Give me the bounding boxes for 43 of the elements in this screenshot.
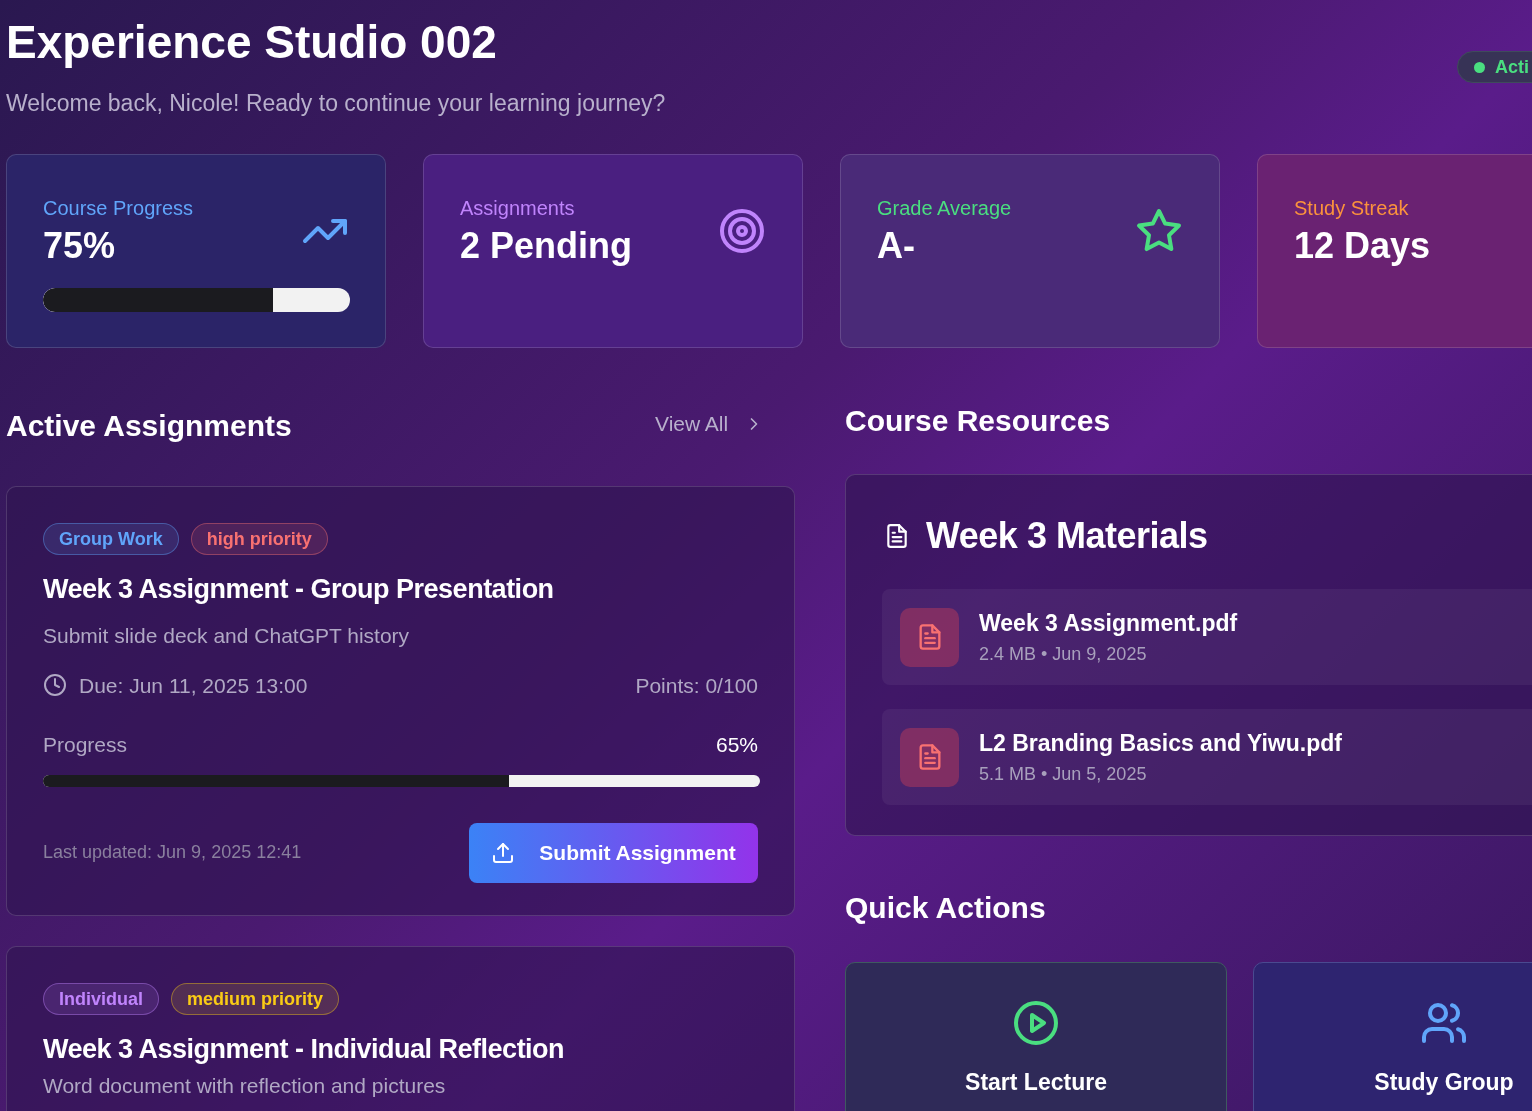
file-name: L2 Branding Basics and Yiwu.pdf [979, 729, 1342, 759]
assignment-title: Week 3 Assignment - Group Presentation [43, 573, 555, 606]
tag: Group Work [43, 523, 179, 555]
stat-value: 75% [43, 224, 116, 268]
welcome-text: Welcome back, Nicole! Ready to continue your learning journey? [6, 89, 666, 118]
stat-label: Course Progress [43, 196, 195, 221]
progress-value: 65% [715, 732, 758, 758]
stat-label: Study Streak [1294, 196, 1410, 221]
quick-action-button[interactable]: Study Group [1253, 962, 1532, 1111]
assignment-title: Week 3 Assignment - Individual Reflection [43, 1033, 566, 1066]
tag: high priority [190, 523, 328, 555]
page-title: Experience Studio 002 [6, 15, 497, 70]
last-updated-text: Last updated: Jun 9, 2025 12:41 [43, 841, 302, 864]
stat-label: Grade Average [877, 196, 1013, 221]
tag: medium priority [171, 983, 340, 1015]
progress-label: Progress [43, 732, 128, 758]
submit-assignment-button[interactable]: Submit Assignment [469, 822, 758, 883]
section-heading: Course Resources [845, 403, 1111, 439]
file-name: Week 3 Assignment.pdf [979, 609, 1238, 639]
upload-icon [491, 840, 516, 865]
card-title: Week 3 Materials [926, 514, 1208, 558]
play-circle-icon [1012, 999, 1060, 1047]
file-item[interactable]: L2 Branding Basics and Yiwu.pdf 5.1 MB • Jun 5, 2025 [882, 709, 1532, 805]
clock-icon [43, 673, 67, 698]
section-heading: Active Assignments [6, 408, 292, 444]
section-heading: Quick Actions [845, 890, 1046, 926]
due-date: Due: Jun 11, 2025 13:00 [79, 672, 308, 699]
assignment-description: Submit slide deck and ChatGPT history [43, 623, 411, 648]
status-badge: Acti [1457, 51, 1532, 83]
stat-value: A- [877, 224, 915, 268]
file-meta: 2.4 MB • Jun 9, 2025 [979, 642, 1148, 666]
stat-value: 12 Days [1294, 224, 1431, 268]
tag: Individual [43, 983, 159, 1015]
file-item[interactable]: Week 3 Assignment.pdf 2.4 MB • Jun 9, 2025 [882, 589, 1532, 685]
stat-value: 2 Pending [460, 224, 633, 268]
assignment-description: Word document with reflection and pictures [43, 1073, 447, 1098]
stat-label: Assignments [460, 196, 576, 221]
view-all-link[interactable]: View All [655, 408, 765, 440]
target-icon [718, 207, 766, 255]
file-meta: 5.1 MB • Jun 5, 2025 [979, 762, 1148, 786]
document-icon [884, 523, 910, 549]
quick-action-button[interactable]: Start Lecture [845, 962, 1227, 1111]
points-text: Points: 0/100 [635, 672, 758, 699]
